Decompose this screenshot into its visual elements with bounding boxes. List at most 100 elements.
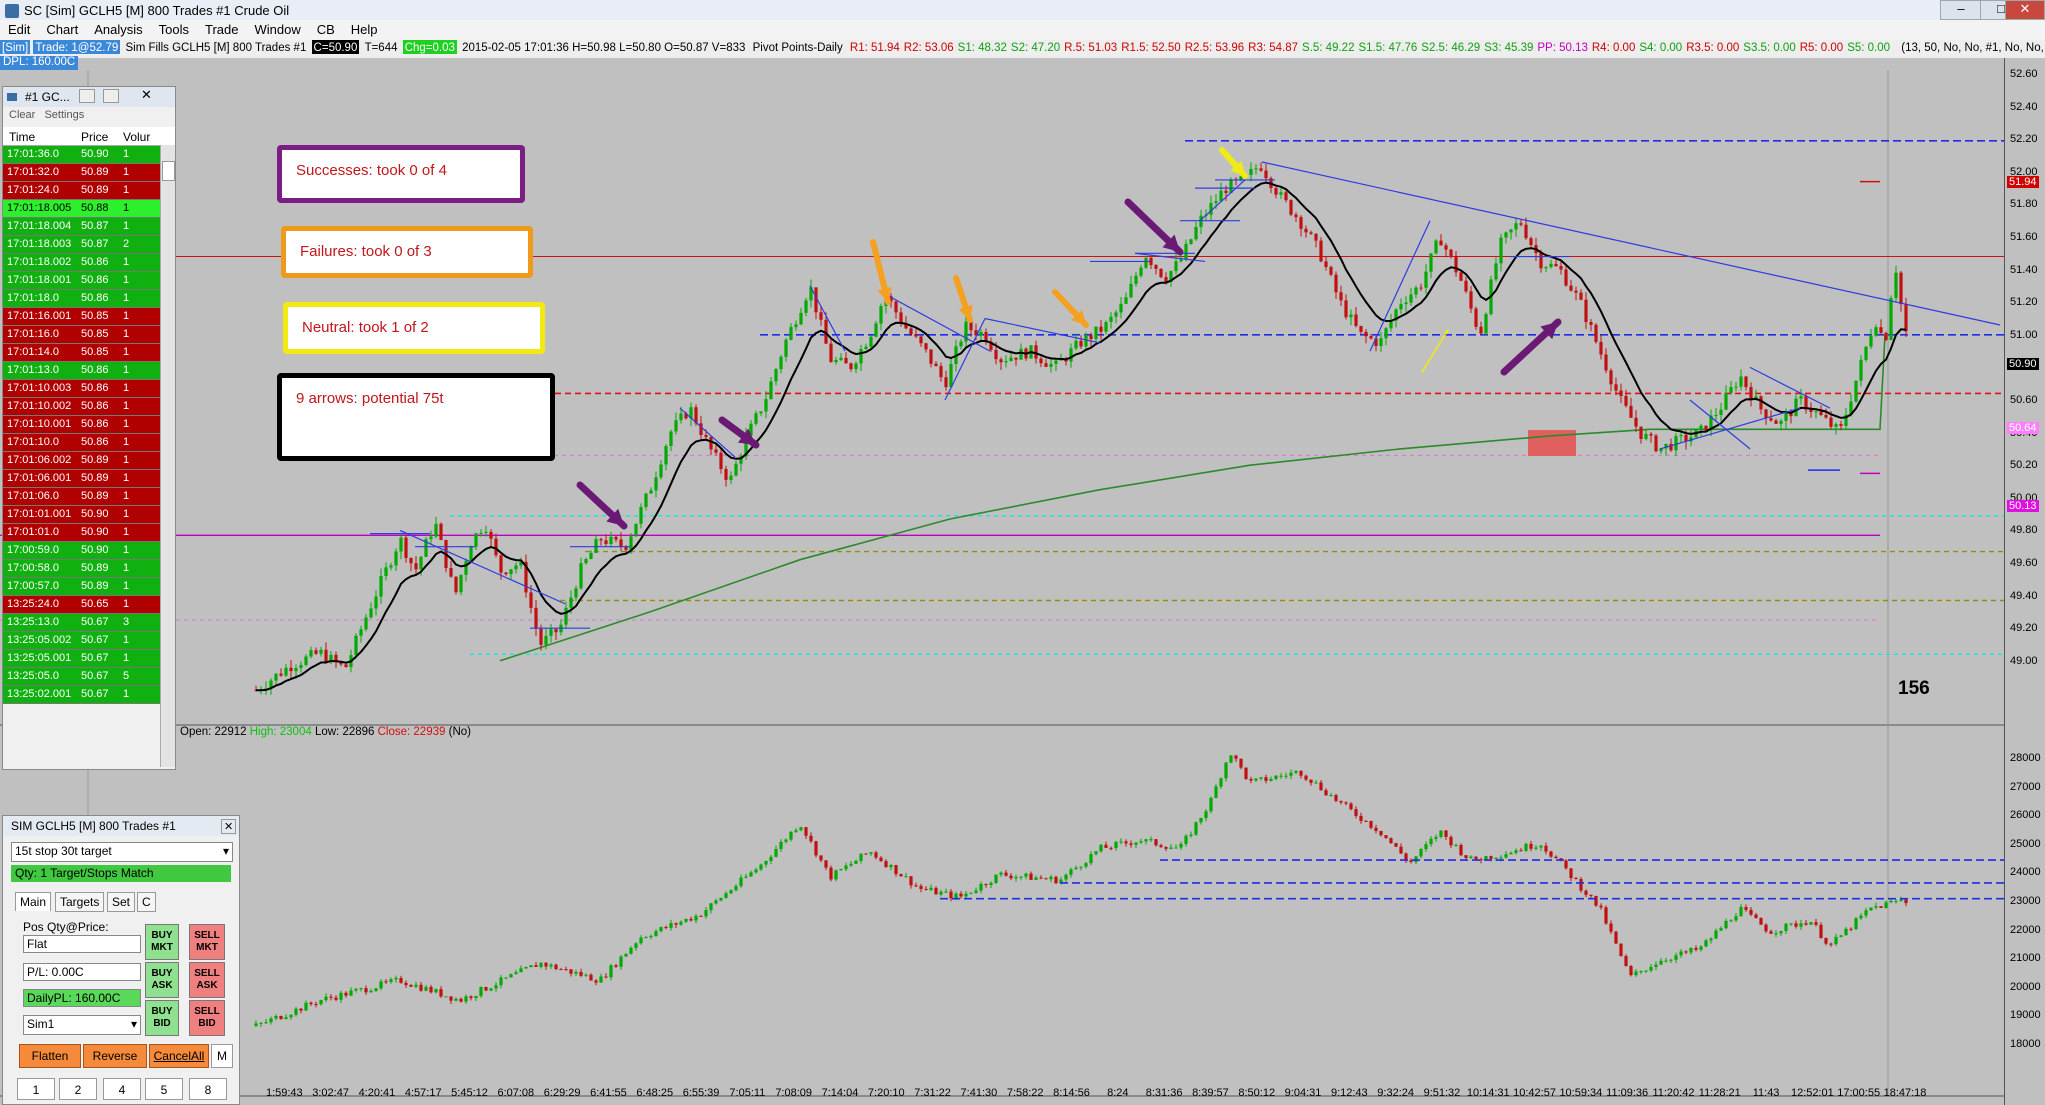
candle-body: [1419, 287, 1423, 289]
account-select[interactable]: Sim1 ▾: [23, 1015, 141, 1035]
menu-trade[interactable]: Trade: [197, 20, 246, 37]
volume-body: [1824, 937, 1828, 944]
tas-row: 17:01:10.001 50.86 1: [3, 416, 175, 434]
buy-ask-button[interactable]: BUY ASK: [145, 962, 179, 998]
tab-c[interactable]: C: [137, 892, 156, 912]
volume-body: [1089, 854, 1093, 864]
candle-body: [1514, 223, 1518, 230]
tas-cell-p: 50.67: [81, 616, 109, 628]
candle-body: [1644, 433, 1648, 439]
volume-body: [1384, 835, 1388, 839]
flatten-button[interactable]: Flatten: [19, 1044, 81, 1068]
candle-body: [784, 339, 788, 357]
tas-cell-p: 50.67: [81, 688, 109, 700]
qty-preset-1[interactable]: 1: [17, 1078, 55, 1100]
candle-body: [534, 607, 538, 629]
col-volume[interactable]: Volur: [123, 130, 150, 144]
daily-pl-field: DailyPL: 160.00C: [23, 989, 141, 1007]
menu-cb[interactable]: CB: [309, 20, 343, 37]
close-button[interactable]: ✕: [2005, 0, 2045, 20]
sell-bid-button[interactable]: SELL BID: [189, 1000, 225, 1036]
volume-body: [539, 962, 543, 967]
volume-body: [1214, 786, 1218, 798]
tas-scroll-thumb[interactable]: [162, 161, 175, 181]
tas-clear-button[interactable]: Clear: [9, 109, 35, 121]
menu-analysis[interactable]: Analysis: [86, 20, 150, 37]
tas-cell-t: 17:01:18.003: [7, 238, 72, 250]
volume-tick-label: 28000: [2010, 752, 2041, 764]
note-arrows[interactable]: 9 arrows: potential 75t: [277, 373, 555, 461]
tab-set[interactable]: Set: [107, 892, 136, 912]
candle-body: [1484, 314, 1488, 334]
time-and-sales-window[interactable]: #1 GC... ✕ Clear Settings Time Price Vol…: [2, 86, 176, 770]
tas-cell-v: 1: [123, 310, 130, 322]
menu-chart[interactable]: Chart: [38, 20, 86, 37]
note-failures[interactable]: Failures: took 0 of 3: [281, 226, 533, 278]
volume-body: [1374, 827, 1378, 831]
minimize-button[interactable]: –: [1940, 0, 1982, 20]
pivot-value: R3.5: 0.00: [1686, 42, 1740, 54]
tas-cell-t: 17:01:18.004: [7, 220, 72, 232]
volume-body: [849, 863, 853, 866]
volume-tick-label: 18000: [2010, 1038, 2041, 1050]
candle-body: [474, 533, 478, 547]
buy-market-button[interactable]: BUY MKT: [145, 924, 179, 960]
candle-body: [774, 369, 778, 382]
position-field: Flat: [23, 935, 141, 953]
tab-targets[interactable]: Targets: [55, 892, 105, 912]
tas-scrollbar[interactable]: [160, 145, 175, 767]
bar-countdown: 156: [1898, 678, 1930, 699]
volume-body: [1014, 877, 1018, 879]
buy-bid-button[interactable]: BUY BID: [145, 1000, 179, 1036]
sell-ask-button[interactable]: SELL ASK: [189, 962, 225, 998]
note-successes[interactable]: Successes: took 0 of 4: [277, 145, 525, 203]
volume-body: [1779, 930, 1783, 934]
menu-tools[interactable]: Tools: [151, 20, 197, 37]
tas-row: 17:01:14.0 50.85 1: [3, 344, 175, 362]
menu-window[interactable]: Window: [246, 20, 308, 37]
trade-close-icon[interactable]: ✕: [221, 819, 237, 834]
tas-row: 17:01:06.0 50.89 1: [3, 488, 175, 506]
qty-preset-2[interactable]: 2: [59, 1078, 97, 1100]
tab-main[interactable]: Main: [15, 892, 52, 911]
qty-preset-8[interactable]: 8: [189, 1078, 227, 1100]
candle-body: [1084, 335, 1088, 347]
volume-body: [1134, 842, 1138, 845]
menu-edit[interactable]: Edit: [0, 20, 38, 37]
note-neutral[interactable]: Neutral: took 1 of 2: [283, 302, 545, 354]
price-axis[interactable]: 52.60 52.40 52.20 52.00 51.80 51.60 51.40 51.20…: [2004, 58, 2045, 1105]
qty-preset-4[interactable]: 4: [103, 1078, 141, 1100]
qty-preset-5[interactable]: 5: [145, 1078, 183, 1100]
col-time[interactable]: Time: [9, 130, 35, 144]
m-button[interactable]: M: [211, 1044, 233, 1068]
trade-window[interactable]: SIM GCLH5 [M] 800 Trades #1 ✕ 15t stop 3…: [2, 815, 240, 1105]
col-price[interactable]: Price: [81, 130, 108, 144]
candle-body: [669, 431, 673, 447]
tas-close-icon[interactable]: ✕: [141, 87, 152, 103]
volume-body: [1814, 922, 1818, 925]
volume-body: [1869, 907, 1873, 911]
tas-minimize-icon[interactable]: [79, 89, 95, 103]
candle-body: [1409, 294, 1413, 303]
time-axis-label: 9:32:24: [1377, 1087, 1414, 1099]
volume-body: [279, 1015, 283, 1020]
volume-tick-label: 22000: [2010, 923, 2041, 936]
strategy-select[interactable]: 15t stop 30t target ▾: [11, 842, 233, 862]
tas-maximize-icon[interactable]: [103, 89, 119, 103]
sell-market-button[interactable]: SELL MKT: [189, 924, 225, 960]
sim-badge: [Sim]: [0, 40, 31, 54]
volume-body: [1294, 770, 1298, 773]
volume-body: [1564, 860, 1568, 869]
cancel-all-button[interactable]: CancelAll: [149, 1044, 209, 1068]
pivot-value: R5: 0.00: [1799, 42, 1844, 54]
volume-body: [1034, 877, 1038, 880]
reverse-button[interactable]: Reverse: [83, 1044, 147, 1068]
volume-body: [1714, 930, 1718, 939]
menu-help[interactable]: Help: [343, 20, 386, 37]
volume-body: [1054, 876, 1058, 884]
tas-settings-button[interactable]: Settings: [44, 109, 84, 121]
time-axis-label: 6:55:39: [683, 1087, 720, 1099]
tas-row: 13:25:05.002 50.67 1: [3, 632, 175, 650]
candle-body: [1769, 418, 1773, 421]
candle-body: [1074, 340, 1078, 349]
